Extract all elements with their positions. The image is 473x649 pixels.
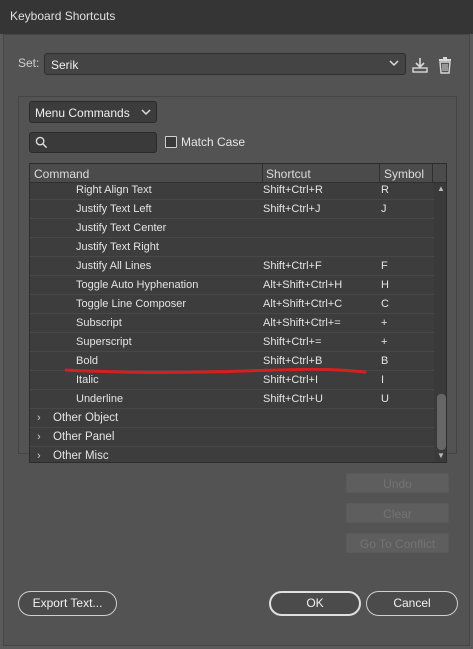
clear-button[interactable]: Clear bbox=[346, 503, 449, 523]
command-cell: Justify All Lines bbox=[76, 260, 152, 272]
shortcut-cell[interactable]: Alt+Shift+Ctrl+H bbox=[263, 279, 342, 291]
table-row[interactable]: Toggle Auto Hyphenation Alt+Shift+Ctrl+H… bbox=[30, 276, 434, 295]
search-input[interactable] bbox=[52, 135, 152, 150]
annotation-underline bbox=[65, 368, 367, 374]
export-text-button[interactable]: Export Text... bbox=[18, 591, 117, 616]
command-cell: Right Align Text bbox=[76, 184, 152, 196]
command-cell: Underline bbox=[76, 393, 124, 405]
set-dropdown[interactable]: Serik bbox=[44, 53, 406, 75]
command-cell: Toggle Line Composer bbox=[76, 298, 187, 310]
shortcut-cell[interactable]: Shift+Ctrl+J bbox=[263, 203, 320, 215]
command-cell: Justify Text Center bbox=[76, 222, 167, 234]
shortcut-cell[interactable]: Shift+Ctrl+B bbox=[263, 355, 322, 367]
search-icon bbox=[35, 136, 48, 149]
header-shortcut[interactable]: Shortcut bbox=[266, 167, 311, 181]
group-label: Other Panel bbox=[53, 431, 115, 443]
group-row-other-panel[interactable]: › Other Panel bbox=[30, 428, 434, 447]
command-cell: Bold bbox=[76, 355, 99, 367]
shortcut-cell[interactable]: Shift+Ctrl+= bbox=[263, 336, 321, 348]
chevron-right-icon[interactable]: › bbox=[37, 431, 41, 443]
symbol-cell: C bbox=[381, 298, 389, 310]
table-row[interactable]: Justify Text Left Shift+Ctrl+J J bbox=[30, 200, 434, 219]
symbol-cell: B bbox=[381, 355, 389, 367]
table-row[interactable]: Justify All Lines Shift+Ctrl+F F bbox=[30, 257, 434, 276]
scroll-down-icon[interactable]: ▼ bbox=[436, 451, 446, 461]
table-row[interactable]: Underline Shift+Ctrl+U U bbox=[30, 390, 434, 409]
match-case-label: Match Case bbox=[181, 135, 246, 149]
scrollbar-thumb[interactable] bbox=[437, 394, 446, 450]
ok-button[interactable]: OK bbox=[269, 591, 361, 616]
symbol-cell: + bbox=[381, 336, 388, 348]
table-row[interactable]: Subscript Alt+Shift+Ctrl+= + bbox=[30, 314, 434, 333]
table-row[interactable]: Justify Text Center bbox=[30, 219, 434, 238]
trash-icon[interactable] bbox=[436, 56, 454, 74]
set-value: Serik bbox=[51, 58, 79, 72]
scroll-up-icon[interactable]: ▲ bbox=[436, 184, 446, 194]
header-command[interactable]: Command bbox=[34, 167, 89, 181]
symbol-cell: F bbox=[381, 260, 388, 272]
command-cell: Toggle Auto Hyphenation bbox=[76, 279, 199, 291]
set-label: Set: bbox=[18, 56, 40, 70]
shortcut-cell[interactable]: Shift+Ctrl+F bbox=[263, 260, 322, 272]
symbol-cell: H bbox=[381, 279, 389, 291]
table-row[interactable]: Right Align Text Shift+Ctrl+R R bbox=[30, 181, 434, 200]
chevron-right-icon[interactable]: › bbox=[37, 450, 41, 462]
window-title: Keyboard Shortcuts bbox=[10, 9, 116, 23]
symbol-cell: R bbox=[381, 184, 389, 196]
chevron-down-icon bbox=[141, 109, 151, 116]
command-cell: Superscript bbox=[76, 336, 132, 348]
group-row-other-misc[interactable]: › Other Misc bbox=[30, 447, 434, 462]
chevron-down-icon bbox=[389, 60, 399, 67]
vertical-scrollbar[interactable]: ▲ ▼ bbox=[434, 183, 446, 462]
table-row[interactable]: Toggle Line Composer Alt+Shift+Ctrl+C C bbox=[30, 295, 434, 314]
shortcut-cell[interactable]: Alt+Shift+Ctrl+= bbox=[263, 317, 341, 329]
mode-value: Menu Commands bbox=[35, 106, 130, 120]
symbol-cell: U bbox=[381, 393, 389, 405]
group-label: Other Misc bbox=[53, 450, 109, 462]
symbol-cell: J bbox=[381, 203, 387, 215]
command-cell: Justify Text Right bbox=[76, 241, 159, 253]
header-symbol[interactable]: Symbol bbox=[384, 167, 424, 181]
command-cell: Subscript bbox=[76, 317, 122, 329]
chevron-right-icon[interactable]: › bbox=[37, 412, 41, 424]
cancel-button[interactable]: Cancel bbox=[366, 591, 458, 616]
shortcut-cell[interactable]: Alt+Shift+Ctrl+C bbox=[263, 298, 342, 310]
symbol-cell: + bbox=[381, 317, 388, 329]
go-to-conflict-button[interactable]: Go To Conflict bbox=[346, 533, 449, 553]
table-row[interactable]: Justify Text Right bbox=[30, 238, 434, 257]
shortcuts-table: Command Shortcut Symbol Right Align Text… bbox=[29, 163, 447, 463]
download-icon[interactable] bbox=[411, 56, 429, 74]
group-row-other-object[interactable]: › Other Object bbox=[30, 409, 434, 428]
match-case-checkbox[interactable] bbox=[165, 136, 177, 148]
shortcut-cell[interactable]: Shift+Ctrl+R bbox=[263, 184, 323, 196]
group-label: Other Object bbox=[53, 412, 119, 424]
command-cell: Justify Text Left bbox=[76, 203, 152, 215]
search-field[interactable] bbox=[29, 132, 157, 153]
undo-button[interactable]: Undo bbox=[346, 473, 449, 493]
shortcut-cell[interactable]: Shift+Ctrl+U bbox=[263, 393, 323, 405]
mode-dropdown[interactable]: Menu Commands bbox=[29, 101, 157, 123]
symbol-cell: I bbox=[381, 374, 385, 386]
table-row[interactable]: Superscript Shift+Ctrl+= + bbox=[30, 333, 434, 352]
